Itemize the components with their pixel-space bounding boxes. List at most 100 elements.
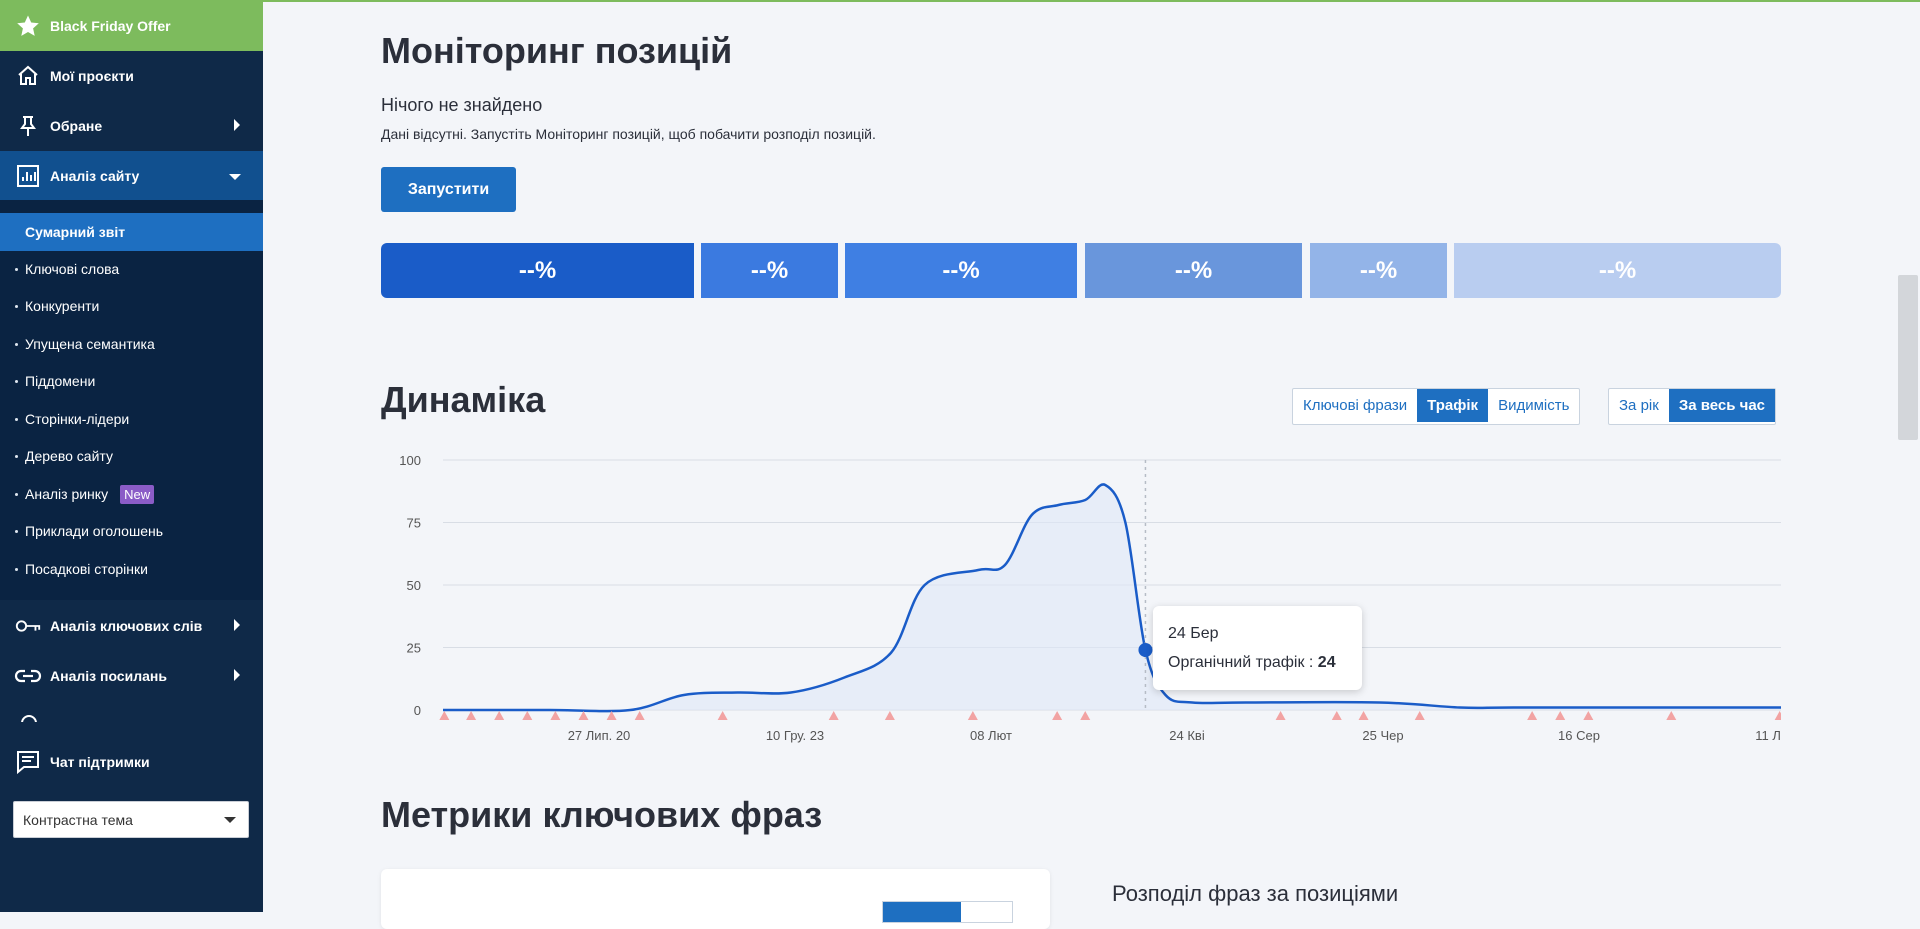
annotation-marker xyxy=(828,711,839,720)
submenu-item-keywords[interactable]: Ключові слова xyxy=(0,250,263,288)
bullet-icon xyxy=(15,267,18,271)
annotation-marker xyxy=(1583,711,1594,720)
submenu-label: Приклади оголошень xyxy=(25,523,164,539)
site-analysis-submenu: Сумарний звіт Ключові слова Конкуренти У… xyxy=(0,200,263,600)
sidebar-item-keyword-analysis[interactable]: Аналіз ключових слів xyxy=(0,601,263,651)
tooltip-label: Органічний трафік : xyxy=(1168,654,1314,671)
bullet-icon xyxy=(15,417,18,421)
annotation-marker xyxy=(1527,711,1538,720)
submenu-item-competitors[interactable]: Конкуренти xyxy=(0,287,263,325)
link-icon xyxy=(14,662,42,690)
sidebar-item-link-analysis[interactable]: Аналіз посилань xyxy=(0,651,263,701)
not-found-title: Нічого не знайдено xyxy=(381,95,543,115)
sidebar-item-label: Аналіз посилань xyxy=(50,668,167,684)
positions-title: Моніторинг позицій xyxy=(381,30,733,71)
submenu-item-missed-semantics[interactable]: Упущена семантика xyxy=(0,325,263,363)
submenu-item-top-pages[interactable]: Сторінки-лідери xyxy=(0,400,263,438)
top-accent-line xyxy=(0,0,1920,2)
annotation-marker xyxy=(1774,711,1781,720)
promo-label: Black Friday Offer xyxy=(50,17,171,34)
submenu-label: Аналіз ринку xyxy=(25,486,109,502)
submenu-label: Піддомени xyxy=(25,373,96,389)
submenu-item-ad-examples[interactable]: Приклади оголошень xyxy=(0,512,263,550)
theme-select[interactable]: Контрастна тема xyxy=(13,801,249,838)
tab-visibility[interactable]: Видимість xyxy=(1488,389,1579,422)
keyword-metrics-title: Метрики ключових фраз xyxy=(381,794,823,835)
bullet-icon xyxy=(15,567,18,571)
bullet-icon xyxy=(15,379,18,383)
tooltip-value-line: Органічний трафік : 24 xyxy=(1168,654,1336,672)
pin-icon xyxy=(14,112,42,140)
bullet-icon xyxy=(15,529,18,533)
submenu-label: Сторінки-лідери xyxy=(25,411,130,427)
y-tick-label: 75 xyxy=(407,516,421,531)
chevron-down-icon xyxy=(224,817,236,823)
annotation-marker xyxy=(1666,711,1677,720)
submenu-item-landing-pages[interactable]: Посадкові сторінки xyxy=(0,550,263,588)
annotation-marker xyxy=(606,711,617,720)
not-found-description: Дані відсутні. Запустіть Моніторинг пози… xyxy=(381,126,876,142)
tab-last-year[interactable]: За рік xyxy=(1609,389,1669,422)
x-tick-label: 11 Лис xyxy=(1755,728,1781,743)
segment-2: --% xyxy=(845,243,1077,298)
x-tick-label: 25 Чер xyxy=(1362,728,1403,743)
sidebar-item-label: Аналіз сайту xyxy=(50,168,140,184)
segment-0: --% xyxy=(381,243,694,298)
annotation-marker xyxy=(466,711,477,720)
bullet-icon xyxy=(15,342,18,346)
annotation-marker xyxy=(494,711,505,720)
sidebar-item-projects[interactable]: Мої проєкти xyxy=(0,51,263,101)
annotation-marker xyxy=(1358,711,1369,720)
home-icon xyxy=(14,62,42,90)
star-icon xyxy=(14,12,42,40)
submenu-item-market-analysis[interactable]: Аналіз ринку New xyxy=(0,475,263,513)
tab-all-time[interactable]: За весь час xyxy=(1668,389,1776,422)
tab-traffic[interactable]: Трафік xyxy=(1417,389,1489,422)
submenu-label: Конкуренти xyxy=(25,298,100,314)
y-tick-label: 100 xyxy=(399,453,421,468)
tab-keyword-phrases[interactable]: Ключові фрази xyxy=(1293,389,1417,422)
bullet-icon xyxy=(15,304,18,308)
annotation-marker xyxy=(550,711,561,720)
promo-banner[interactable]: Black Friday Offer xyxy=(0,0,263,51)
annotation-marker xyxy=(717,711,728,720)
period-tabs: За рік За весь час xyxy=(1608,388,1777,425)
positions-distribution-bar: --% --% --% --% --% --% xyxy=(381,243,1781,298)
tooltip-value: 24 xyxy=(1317,654,1336,671)
submenu-label: Ключові слова xyxy=(25,261,120,277)
sidebar-item-label: Мої проєкти xyxy=(50,68,134,84)
x-tick-label: 27 Лип. 20 xyxy=(568,728,631,743)
card-toggle-left[interactable] xyxy=(883,902,961,922)
theme-select-value: Контрастна тема xyxy=(23,811,133,828)
support-chat-button[interactable]: Чат підтримки xyxy=(0,737,263,787)
segment-3: --% xyxy=(1085,243,1302,298)
bullet-icon xyxy=(15,492,18,496)
scrollbar-thumb[interactable] xyxy=(1898,275,1918,440)
submenu-label: Сумарний звіт xyxy=(25,224,126,240)
sidebar-item-site-analysis[interactable]: Аналіз сайту xyxy=(0,151,263,201)
submenu-item-site-tree[interactable]: Дерево сайту xyxy=(0,437,263,475)
x-tick-label: 08 Лют xyxy=(970,728,1012,743)
segment-1: --% xyxy=(701,243,838,298)
dynamics-title: Динаміка xyxy=(381,379,546,420)
annotation-marker xyxy=(884,711,895,720)
tooltip-date: 24 Бер xyxy=(1168,625,1219,642)
metric-tabs: Ключові фрази Трафік Видимість xyxy=(1292,388,1581,425)
data-point-highlight xyxy=(1138,643,1153,657)
y-tick-label: 25 xyxy=(407,641,421,656)
run-button[interactable]: Запустити xyxy=(381,167,516,212)
partial-menu-icon xyxy=(20,714,38,722)
submenu-label: Упущена семантика xyxy=(25,336,155,352)
traffic-chart: 0 25 50 75 100 27 Лип. 20 10 Гру. 23 08 Лют 24 К… xyxy=(399,453,1781,743)
sidebar-item-favorites[interactable]: Обране xyxy=(0,101,263,151)
chat-icon xyxy=(14,748,42,776)
submenu-item-summary[interactable]: Сумарний звіт xyxy=(0,213,263,251)
segment-4: --% xyxy=(1310,243,1447,298)
annotation-marker xyxy=(1331,711,1342,720)
annotation-marker xyxy=(1052,711,1063,720)
card-toggle[interactable] xyxy=(882,901,1013,923)
chart-icon xyxy=(14,162,42,190)
y-tick-label: 0 xyxy=(414,703,421,718)
submenu-item-subdomains[interactable]: Піддомени xyxy=(0,362,263,400)
annotation-marker xyxy=(967,711,978,720)
